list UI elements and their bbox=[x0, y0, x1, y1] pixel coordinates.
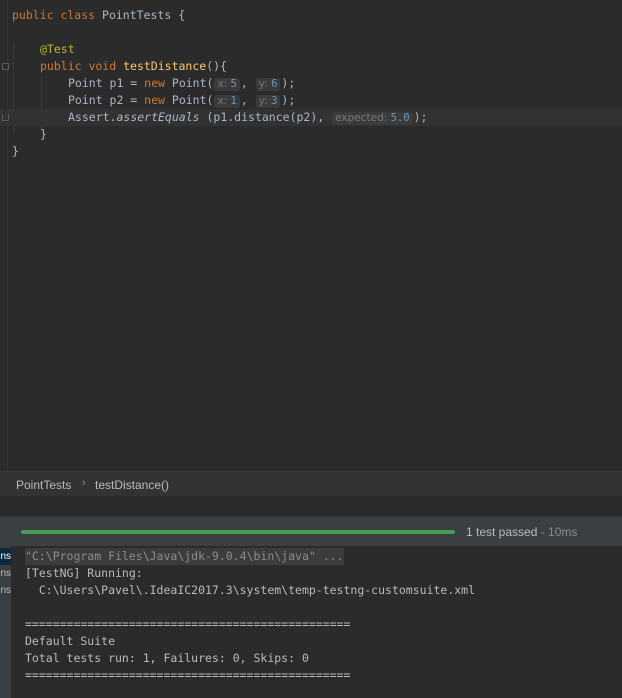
run-console[interactable]: ns ns ns "C:\Program Files\Java\jdk-9.0.… bbox=[0, 546, 622, 698]
console-line: ========================================… bbox=[25, 668, 351, 682]
declaration: Point p2 = bbox=[68, 93, 145, 107]
statement-end: ); bbox=[413, 110, 428, 124]
method-parens: (){ bbox=[206, 59, 227, 73]
code-line-p1[interactable]: Point p1 = new Point(x: 5, y: 6); bbox=[0, 75, 622, 92]
hint-label: y: bbox=[258, 78, 268, 90]
test-progress-bar bbox=[21, 530, 455, 534]
annotation: @Test bbox=[40, 42, 75, 56]
fold-toggle-icon[interactable] bbox=[2, 63, 9, 70]
side-tab-3[interactable]: ns bbox=[0, 582, 11, 599]
console-line: C:\Users\Pavel\.IdeaIC2017.3\system\temp… bbox=[25, 583, 476, 597]
hint-value: 1 bbox=[230, 95, 237, 107]
test-runner-bar: 1 test passed - 10ms bbox=[0, 516, 622, 547]
class-name: PointTests bbox=[102, 8, 172, 22]
ide-window: public class PointTests { @Test public v… bbox=[0, 0, 622, 698]
code-line-assert[interactable]: Assert.assertEquals (p1.distance(p2), ex… bbox=[0, 109, 622, 126]
declaration: Point p1 = bbox=[68, 76, 145, 90]
editor-bottom-space bbox=[0, 496, 622, 516]
brace: { bbox=[171, 8, 186, 22]
hint-value: 6 bbox=[271, 78, 278, 90]
hint-label: x: bbox=[217, 78, 228, 90]
console-command-line[interactable]: "C:\Program Files\Java\jdk-9.0.4\bin\jav… bbox=[25, 548, 344, 565]
hint-value: 5 bbox=[230, 78, 237, 90]
hint-label: y: bbox=[258, 95, 268, 107]
console-line: ========================================… bbox=[25, 617, 351, 631]
code-line-annotation[interactable]: @Test bbox=[0, 41, 622, 58]
call-method: assertEquals bbox=[116, 110, 200, 124]
console-line: [TestNG] Running: bbox=[25, 566, 143, 580]
console-line: Total tests run: 1, Failures: 0, Skips: … bbox=[25, 651, 309, 665]
breadcrumb-class[interactable]: PointTests bbox=[16, 478, 71, 492]
param-hint-x: x: 1 bbox=[214, 95, 240, 108]
hint-value: 5.0 bbox=[390, 112, 410, 124]
param-hint-expected: expected: 5.0 bbox=[332, 112, 413, 125]
hint-value: 3 bbox=[271, 95, 278, 107]
test-status-text: 1 test passed bbox=[466, 525, 538, 539]
param-hint-y: y: 6 bbox=[255, 78, 281, 91]
code-editor[interactable]: public class PointTests { @Test public v… bbox=[0, 0, 622, 471]
keyword: public void bbox=[40, 59, 117, 73]
test-duration: - 10ms bbox=[537, 525, 578, 539]
method-name: testDistance bbox=[123, 59, 207, 73]
closing-brace: } bbox=[40, 127, 47, 141]
code-line-method-decl[interactable]: public void testDistance(){ bbox=[0, 58, 622, 75]
test-status: 1 test passed - 10ms bbox=[466, 525, 577, 539]
statement-end: ); bbox=[281, 76, 296, 90]
constructor: Point( bbox=[171, 93, 214, 107]
console-line: Default Suite bbox=[25, 634, 116, 648]
param-hint-x: x: 5 bbox=[214, 78, 240, 91]
code-line-close-class[interactable]: } bbox=[0, 143, 622, 160]
keyword: new bbox=[144, 93, 165, 107]
code-line-class-decl[interactable]: public class PointTests { bbox=[0, 7, 622, 24]
fold-end-icon[interactable] bbox=[2, 114, 9, 121]
closing-brace: } bbox=[12, 144, 19, 158]
breadcrumb-separator: › bbox=[82, 477, 86, 489]
code-line-close-method[interactable]: } bbox=[0, 126, 622, 143]
side-tab-1[interactable]: ns bbox=[0, 548, 11, 565]
call-args: (p1.distance(p2), bbox=[199, 110, 325, 124]
breadcrumb: PointTests › testDistance() bbox=[0, 471, 622, 497]
test-progress-fill bbox=[21, 530, 455, 534]
constructor: Point( bbox=[171, 76, 214, 90]
keyword: new bbox=[144, 76, 165, 90]
breadcrumb-method[interactable]: testDistance() bbox=[95, 478, 169, 492]
statement-end: ); bbox=[281, 93, 296, 107]
hint-label: expected: bbox=[335, 112, 388, 124]
call-object: Assert. bbox=[68, 110, 117, 124]
console-side-tabs: ns ns ns bbox=[0, 546, 11, 698]
keyword: public class bbox=[12, 8, 96, 22]
side-tab-2[interactable]: ns bbox=[0, 565, 11, 582]
param-hint-y: y: 3 bbox=[255, 95, 281, 108]
code-line-p2[interactable]: Point p2 = new Point(x: 1, y: 3); bbox=[0, 92, 622, 109]
hint-label: x: bbox=[217, 95, 228, 107]
